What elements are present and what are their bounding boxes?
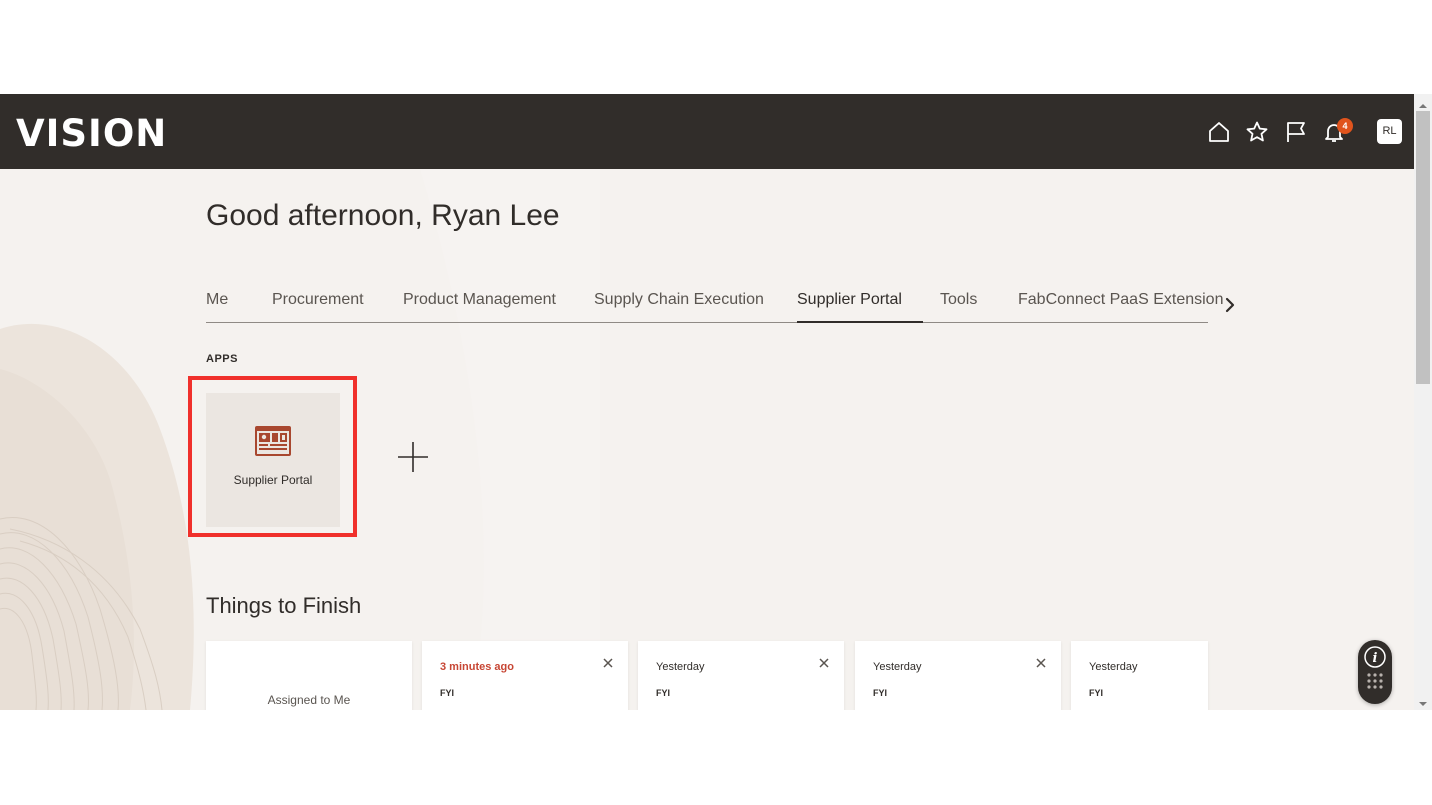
task-card[interactable]: Yesterday FYI [1071,641,1208,710]
card-type: FYI [440,688,455,698]
task-card[interactable]: Yesterday FYI [638,641,844,710]
user-avatar[interactable]: RL [1377,119,1402,144]
card-timestamp: Yesterday [1089,661,1138,673]
favorites-star-icon[interactable] [1245,120,1269,144]
card-type: FYI [656,688,671,698]
scrollbar-thumb[interactable] [1416,111,1430,384]
springboard-tabs: Me Procurement Product Management Supply… [206,285,1223,323]
chevron-right-icon[interactable] [1222,295,1238,315]
help-widget[interactable]: i [1358,640,1392,704]
scroll-down-arrow-icon[interactable] [1418,696,1428,706]
notification-count-badge: 4 [1337,118,1353,134]
watchlist-flag-icon[interactable] [1284,120,1308,144]
card-timestamp: 3 minutes ago [440,661,514,673]
tab-tools[interactable]: Tools [940,291,977,309]
main-content: Good afternoon, Ryan Lee Me Procurement … [0,169,1414,710]
tab-me[interactable]: Me [206,291,228,309]
tab-supplier-portal[interactable]: Supplier Portal [797,291,902,309]
highlight-box [188,376,357,537]
vertical-scrollbar[interactable] [1414,94,1432,710]
svg-text:i: i [1373,651,1378,666]
task-card[interactable]: Yesterday FYI [855,641,1061,710]
close-icon[interactable] [816,655,832,671]
top-bar: VISION 4 RL [0,94,1414,169]
tab-fabconnect-paas-extension[interactable]: FabConnect PaaS Extension [1018,291,1223,309]
app-viewport: VISION 4 RL Good afternoon, Ryan Lee Me … [0,94,1432,710]
greeting-heading: Good afternoon, Ryan Lee [206,199,560,232]
close-icon[interactable] [600,655,616,671]
tab-product-management[interactable]: Product Management [403,291,556,309]
things-to-finish-heading: Things to Finish [206,593,362,618]
close-icon[interactable] [1033,655,1049,671]
card-timestamp: Yesterday [873,661,922,673]
active-tab-indicator [797,321,923,323]
home-icon[interactable] [1207,120,1231,144]
tab-procurement[interactable]: Procurement [272,291,364,309]
task-card[interactable]: 3 minutes ago FYI [422,641,628,710]
vision-logo[interactable]: VISION [16,112,167,155]
card-timestamp: Yesterday [656,661,705,673]
assigned-to-me-label: Assigned to Me [267,693,351,707]
scroll-up-arrow-icon[interactable] [1418,98,1428,108]
add-app-plus-icon[interactable] [397,441,429,473]
card-type: FYI [873,688,888,698]
card-type: FYI [1089,688,1104,698]
assigned-to-me-card[interactable]: Assigned to Me [206,641,412,710]
apps-heading: APPS [206,353,238,365]
tab-supply-chain-execution[interactable]: Supply Chain Execution [594,291,764,309]
